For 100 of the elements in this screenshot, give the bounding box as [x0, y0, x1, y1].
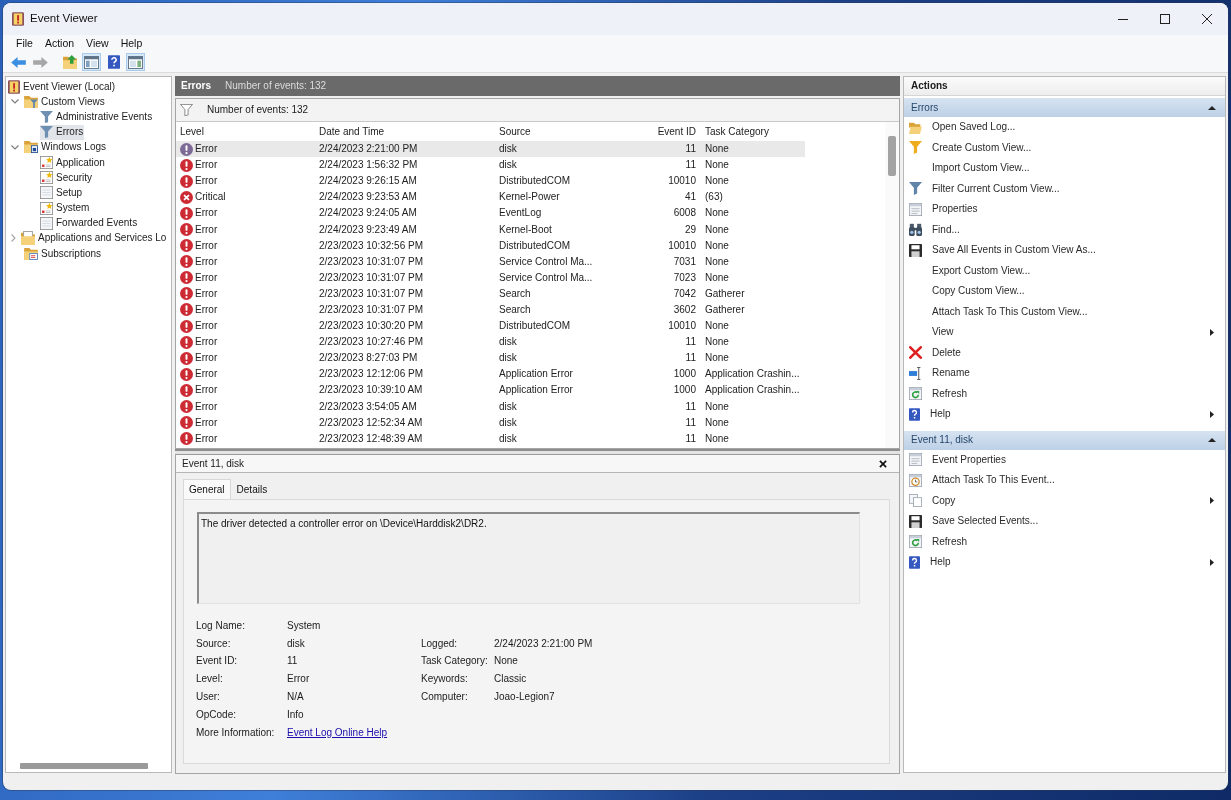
tree-item[interactable]: Administrative Events [40, 109, 154, 125]
toolbar-button[interactable] [126, 53, 145, 71]
caret-down-icon[interactable] [11, 99, 19, 105]
log-book-icon [8, 79, 20, 94]
command-link[interactable]: Delete [904, 342, 1225, 363]
menu-item[interactable]: Help [114, 35, 149, 52]
table-cell-text: 29 [683, 222, 697, 237]
table-cell-text: 2/23/2023 3:54:05 AM [318, 399, 418, 414]
tree-item[interactable]: Applications and Services Lo [21, 230, 168, 246]
table-cell-text: 2/23/2023 10:27:46 PM [318, 335, 424, 350]
command-link[interactable]: Copy Custom View... [904, 281, 1225, 302]
command-link[interactable]: Rename [904, 363, 1225, 384]
section-header[interactable]: Errors [904, 98, 1225, 117]
field-label: User: [196, 691, 221, 704]
exclamation-circle-icon [180, 383, 193, 397]
table-cell-text: None [704, 335, 730, 350]
table-cell-text: 2/23/2023 10:31:07 PM [318, 270, 424, 285]
table-cell-text: Service Control Ma... [498, 254, 594, 269]
table-row[interactable]: Error 2/24/2023 2:21:00 PM disk 11 None [176, 141, 805, 158]
tree-item[interactable]: Setup [40, 185, 84, 201]
tab[interactable]: Details [230, 479, 274, 499]
exclamation-circle-icon [180, 400, 193, 414]
menu-item[interactable]: Action [38, 35, 81, 52]
caret-right-icon[interactable] [11, 234, 16, 243]
command-link[interactable]: Properties [904, 199, 1225, 220]
tree-item[interactable]: Custom Views [24, 94, 106, 110]
command-link[interactable]: Filter Current Custom View... [904, 178, 1225, 199]
command-link[interactable]: Refresh [904, 531, 1225, 552]
table-cell-text: Application Crashin... [704, 383, 801, 398]
command-link[interactable]: Export Custom View... [904, 260, 1225, 281]
table-cell-text: 1000 [672, 367, 697, 382]
table-row[interactable]: Error 2/24/2023 1:56:32 PM disk 11 None [176, 157, 805, 174]
table-cell-text: None [704, 238, 730, 253]
tree-item[interactable]: Security [40, 170, 94, 186]
folder-icon [21, 231, 35, 246]
command-link[interactable]: Event Properties [904, 449, 1225, 470]
field-label: Keywords: [421, 673, 469, 686]
menu-item[interactable]: View [80, 35, 115, 52]
caret-down-icon[interactable] [11, 144, 19, 150]
command-link[interactable]: Attach Task To This Custom View... [904, 301, 1225, 322]
text-cursor-icon [909, 366, 922, 380]
back-arrow-icon [11, 56, 26, 68]
refresh-icon [909, 387, 922, 401]
panel-icon [128, 55, 143, 69]
help-icon [107, 55, 120, 69]
description-field[interactable]: The driver detected a controller error on \Device\Harddisk2\DR2. [197, 512, 860, 604]
tree-item[interactable]: System [40, 200, 91, 216]
table-cell-text: 2/23/2023 10:31:07 PM [318, 286, 424, 301]
table-cell-text: Application Error [498, 383, 574, 398]
field-label: OpCode: [196, 708, 238, 721]
column-header[interactable]: Level [176, 122, 315, 141]
section-header[interactable]: Event 11, disk [904, 430, 1225, 450]
command-link[interactable]: Create Custom View... [904, 137, 1225, 158]
command-link[interactable]: Import Custom View... [904, 158, 1225, 179]
tab[interactable]: General [183, 479, 231, 499]
funnel-icon [40, 126, 53, 139]
funnel-icon [909, 182, 922, 196]
table-cell-text: 2/23/2023 10:31:07 PM [318, 303, 424, 317]
command-link[interactable]: Save Selected Events... [904, 511, 1225, 532]
tree-item[interactable]: Forwarded Events [40, 215, 139, 231]
level-label: Error [195, 432, 218, 445]
folder-icon [909, 120, 922, 134]
table-cell-text: 2/23/2023 12:12:06 PM [318, 367, 424, 382]
tree-item[interactable]: Errors [40, 124, 85, 140]
column-header[interactable]: Event ID [635, 122, 701, 141]
toolbar-button[interactable] [60, 53, 79, 71]
pane-title: Actions [904, 77, 1225, 96]
field-value: 2/24/2023 2:21:00 PM [494, 637, 594, 650]
tree-item[interactable]: Application [40, 155, 106, 171]
table-cell-text: None [704, 206, 730, 221]
command-link[interactable]: View [904, 322, 1225, 343]
column-header[interactable]: Source [495, 122, 635, 141]
command-link[interactable]: Open Saved Log... [904, 117, 1225, 138]
command-link[interactable]: Save All Events in Custom View As... [904, 240, 1225, 261]
help-link[interactable]: Event Log Online Help [287, 726, 388, 738]
command-link[interactable]: Find... [904, 219, 1225, 240]
column-header[interactable]: Task Category [701, 122, 805, 141]
table-cell-text: 11 [684, 399, 697, 414]
tree-item[interactable]: Event Viewer (Local) [8, 79, 117, 95]
level-label: Error [195, 400, 218, 413]
command-link[interactable]: Help [904, 552, 1225, 573]
close-button[interactable] [879, 459, 887, 468]
scrollbar-thumb[interactable] [20, 763, 148, 769]
table-cell-text: disk [498, 431, 518, 446]
scrollbar-thumb[interactable] [888, 136, 896, 176]
command-link[interactable]: Refresh [904, 383, 1225, 404]
column-header[interactable]: Date and Time [315, 122, 495, 141]
command-link[interactable]: Attach Task To This Event... [904, 470, 1225, 491]
menu-item[interactable]: File [10, 35, 39, 52]
table-cell-text: None [704, 254, 730, 269]
command-link[interactable]: Copy [904, 490, 1225, 511]
table-cell-text: disk [498, 415, 518, 430]
toolbar-button[interactable] [82, 53, 101, 71]
tree-item[interactable]: Subscriptions [24, 246, 103, 262]
field-value: disk [287, 637, 306, 650]
table-cell-text: 2/24/2023 9:24:05 AM [318, 206, 418, 221]
tree-item[interactable]: Windows Logs [24, 139, 108, 155]
command-link[interactable]: Help [904, 404, 1225, 425]
table-cell-text: None [704, 270, 730, 285]
table-cell-text: disk [498, 335, 518, 350]
